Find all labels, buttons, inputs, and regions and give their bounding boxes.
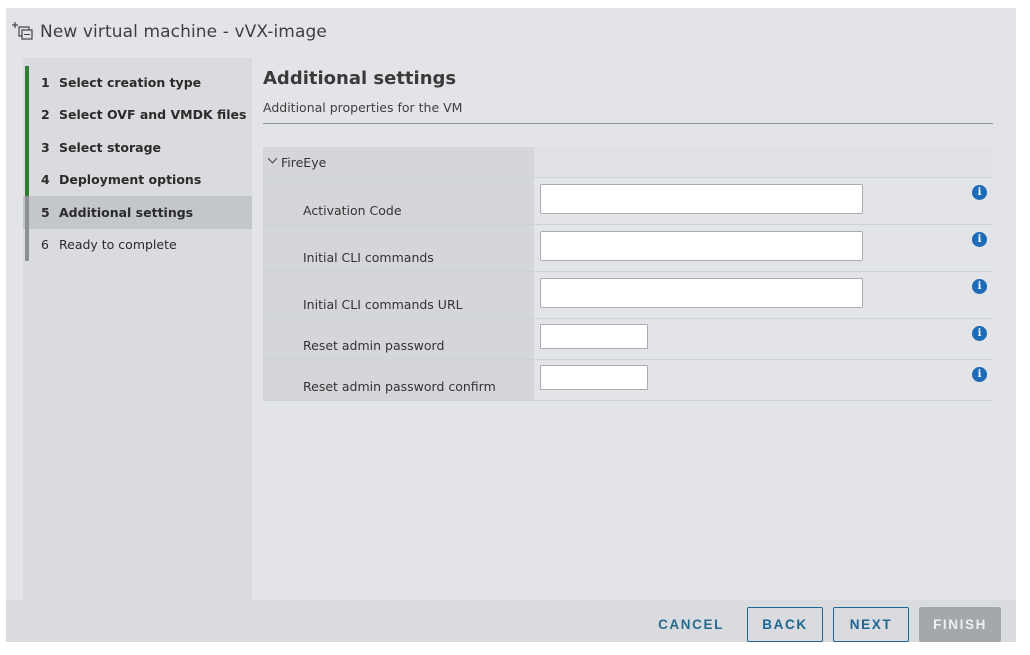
property-value-cell: i [534, 178, 993, 224]
wizard-step-ready-to-complete[interactable]: 6 Ready to complete [23, 228, 252, 262]
next-button[interactable]: NEXT [833, 607, 909, 642]
wizard-steps-nav: 1 Select creation type 2 Select OVF and … [23, 58, 252, 600]
property-label: Initial CLI commands [263, 225, 534, 271]
wizard-step-select-creation-type[interactable]: 1 Select creation type [23, 66, 252, 99]
property-label: Reset admin password [263, 319, 534, 359]
reset-admin-password-confirm-input[interactable] [540, 365, 648, 390]
group-label: FireEye [281, 154, 327, 170]
title-divider [263, 123, 993, 124]
property-row: Initial CLI commands i [263, 225, 993, 272]
wizard-step-deployment-options[interactable]: 4 Deployment options [23, 163, 252, 197]
dialog-title-bar: New virtual machine - vVX-image [6, 8, 1016, 56]
property-label: Reset admin password confirm [263, 360, 534, 400]
info-icon[interactable]: i [972, 279, 987, 294]
new-vm-icon [10, 19, 36, 45]
property-value-cell: i [534, 225, 993, 271]
finish-button[interactable]: FINISH [919, 607, 1001, 642]
step-label: Additional settings [59, 204, 194, 220]
cancel-button[interactable]: CANCEL [646, 607, 736, 642]
info-icon[interactable]: i [972, 232, 987, 247]
chevron-down-icon [268, 155, 278, 165]
property-label: Initial CLI commands URL [263, 272, 534, 318]
step-label: Select storage [59, 139, 162, 155]
step-number: 6 [41, 237, 49, 253]
step-label: Select creation type [59, 74, 202, 90]
group-toggle[interactable]: FireEye [263, 147, 534, 177]
step-number: 3 [41, 139, 50, 155]
property-group-row: FireEye [263, 147, 993, 178]
step-label: Deployment options [59, 172, 202, 188]
info-icon[interactable]: i [972, 367, 987, 382]
properties-table: FireEye Activation Code i Initial CLI co… [263, 147, 993, 401]
step-number: 2 [41, 107, 50, 123]
reset-admin-password-input[interactable] [540, 324, 648, 349]
property-row: Activation Code i [263, 178, 993, 225]
initial-cli-commands-url-input[interactable] [540, 278, 863, 308]
property-value-cell: i [534, 360, 993, 400]
wizard-step-additional-settings[interactable]: 5 Additional settings [23, 196, 252, 229]
page-title: Additional settings [263, 68, 457, 89]
group-header-fill [534, 147, 993, 177]
property-row: Reset admin password i [263, 319, 993, 360]
step-label: Select OVF and VMDK files [59, 107, 247, 123]
property-row: Reset admin password confirm i [263, 360, 993, 401]
info-icon[interactable]: i [972, 185, 987, 200]
step-number: 4 [41, 172, 50, 188]
dialog-title: New virtual machine - vVX-image [40, 22, 327, 42]
wizard-step-select-ovf-vmdk[interactable]: 2 Select OVF and VMDK files [23, 98, 252, 132]
info-icon[interactable]: i [972, 326, 987, 341]
step-number: 5 [41, 204, 50, 220]
initial-cli-commands-input[interactable] [540, 231, 863, 261]
wizard-step-select-storage[interactable]: 3 Select storage [23, 131, 252, 164]
dialog-footer: CANCEL BACK NEXT FINISH [6, 600, 1016, 642]
new-vm-dialog: New virtual machine - vVX-image 1 Select… [6, 8, 1016, 642]
property-row: Initial CLI commands URL i [263, 272, 993, 319]
step-number: 1 [41, 74, 50, 90]
property-value-cell: i [534, 272, 993, 318]
property-label: Activation Code [263, 178, 534, 224]
step-label: Ready to complete [59, 237, 177, 253]
page-subtitle: Additional properties for the VM [263, 100, 463, 115]
property-value-cell: i [534, 319, 993, 359]
back-button[interactable]: BACK [747, 607, 823, 642]
activation-code-input[interactable] [540, 184, 863, 214]
wizard-content: Additional settings Additional propertie… [252, 58, 1016, 600]
